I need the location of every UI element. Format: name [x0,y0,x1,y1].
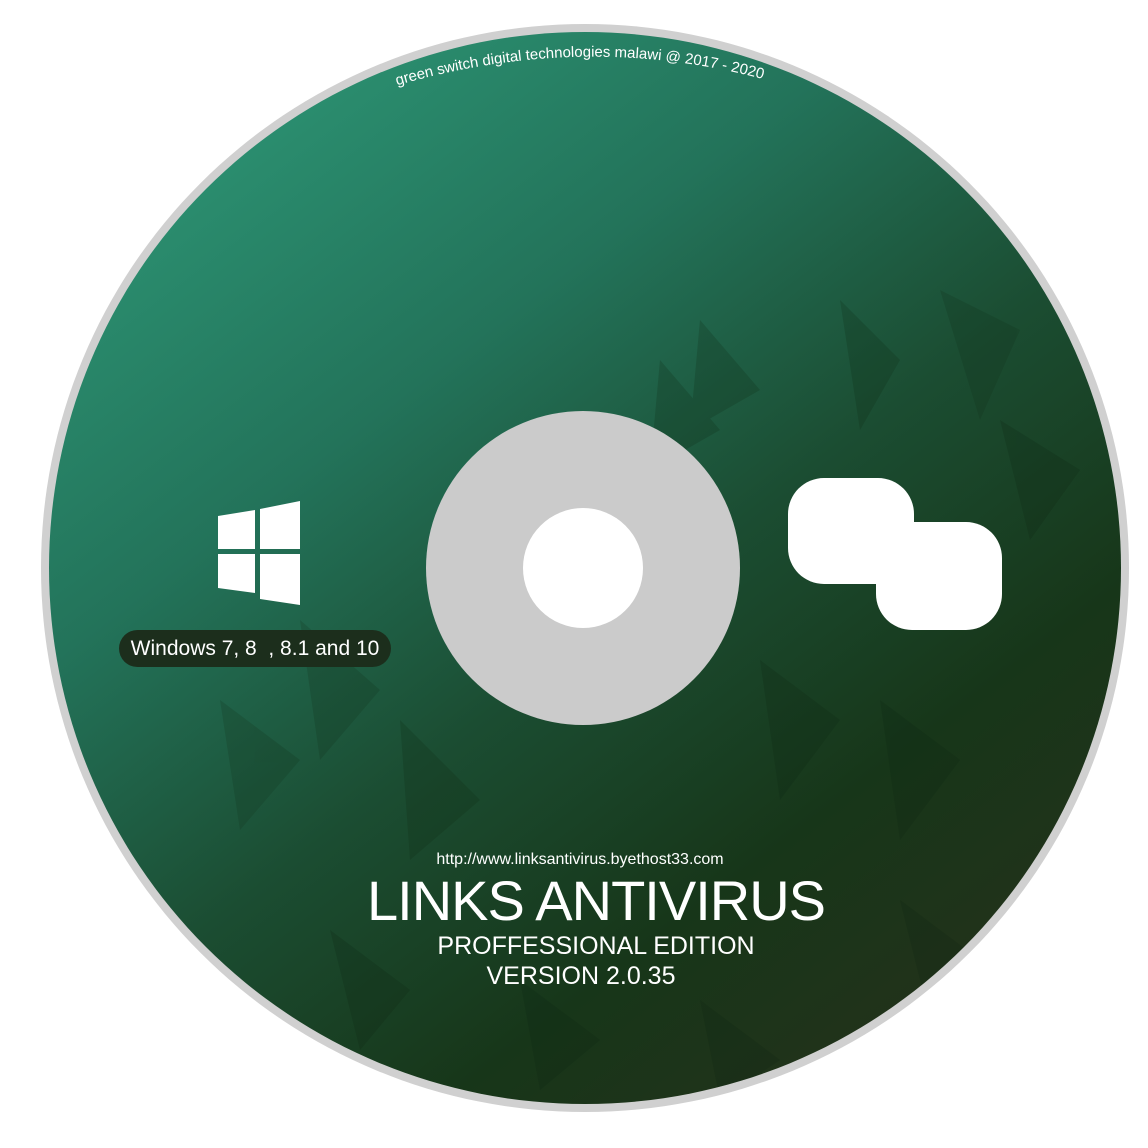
product-title: LINKS ANTIVIRUS [366,869,826,932]
disc-hole [523,508,643,628]
cd-label: green switch digital technologies malawi… [0,0,1148,1148]
version-label: VERSION 2.0.35 [486,962,676,990]
os-support-badge: Windows 7, 8 , 8.1 and 10 [119,630,391,667]
edition-label: PROFFESSIONAL EDITION [437,932,755,960]
